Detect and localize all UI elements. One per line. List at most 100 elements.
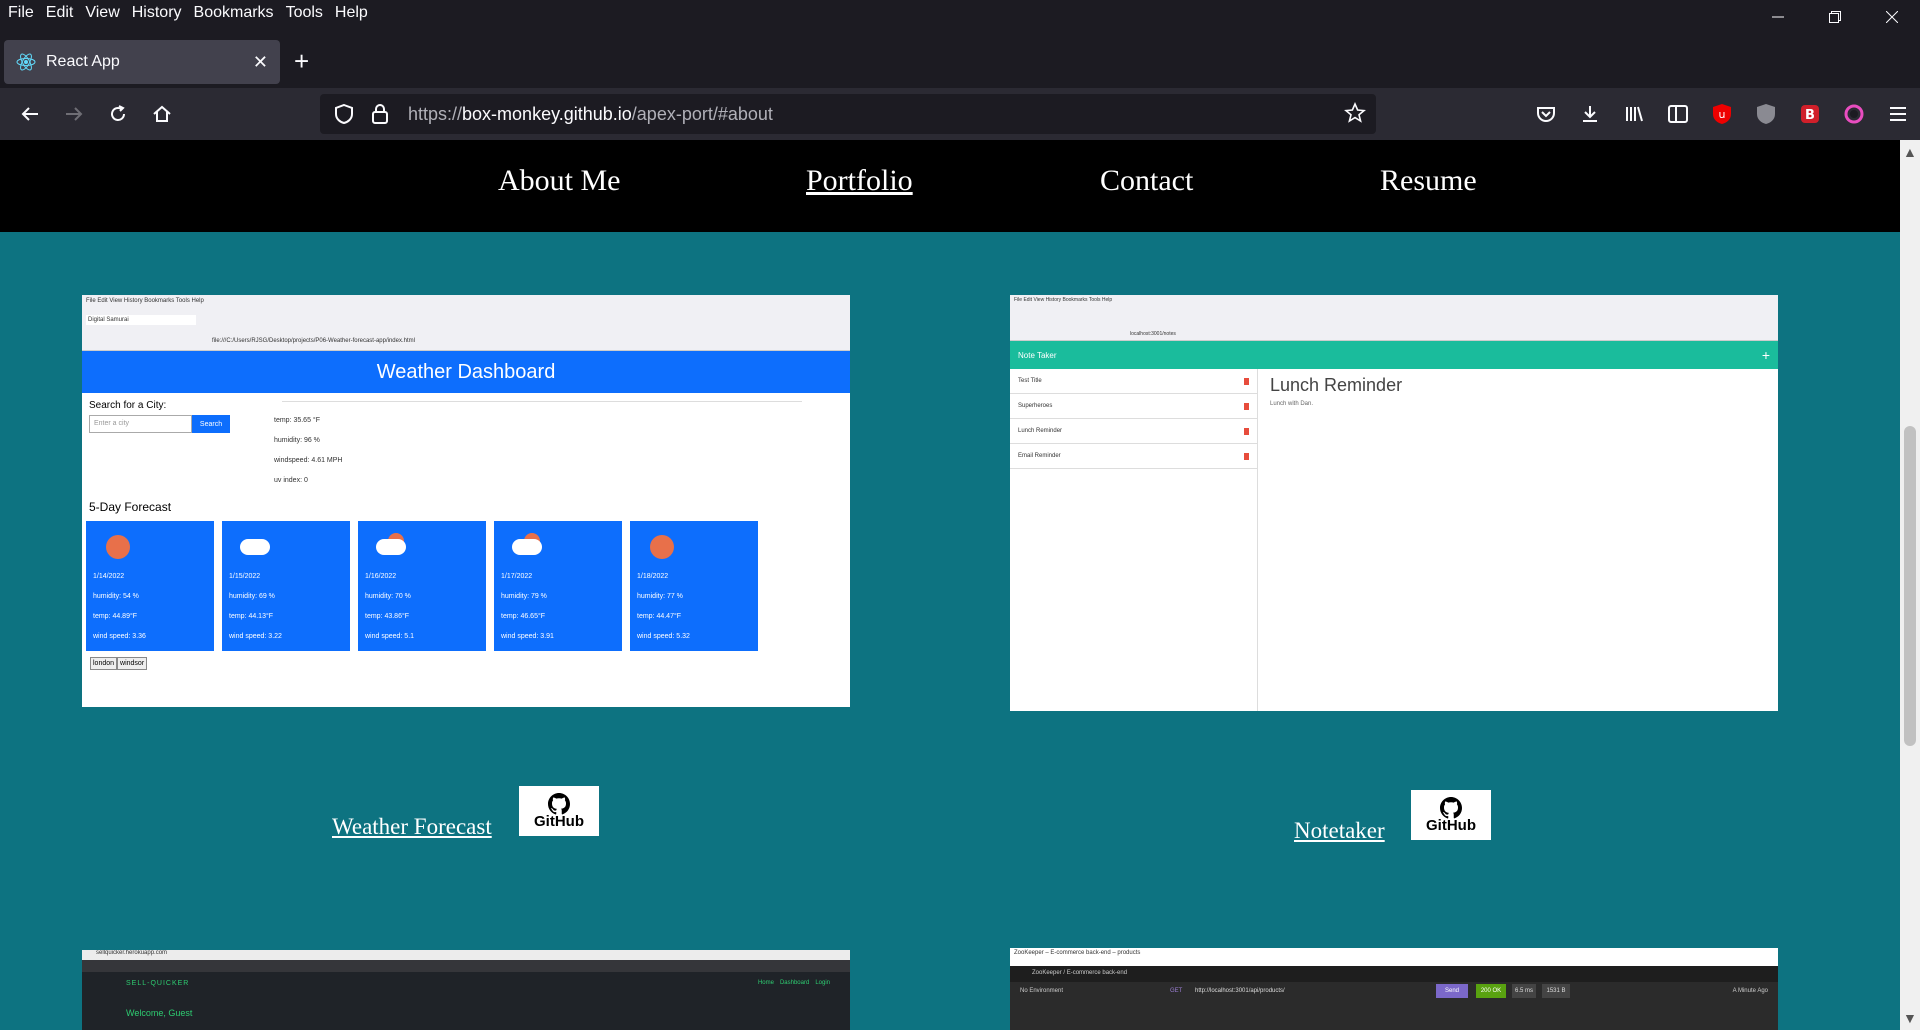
toolbar-icons: u B	[1524, 88, 1920, 140]
forecast-humidity: humidity: 79 %	[501, 593, 547, 600]
forecast-card: 1/17/2022 humidity: 79 % temp: 46.65°F w…	[494, 521, 622, 651]
zookeeper-size-badge: 1531 B	[1542, 984, 1570, 998]
city-search-input[interactable]: Enter a city	[89, 415, 192, 433]
menu-view[interactable]: View	[79, 4, 125, 22]
menu-hamburger-icon[interactable]	[1876, 92, 1920, 136]
b-extension-icon[interactable]: B	[1788, 92, 1832, 136]
page-content: About Me Portfolio Contact Resume File E…	[0, 140, 1900, 1030]
menu-edit[interactable]: Edit	[40, 4, 80, 22]
forecast-card: 1/14/2022 humidity: 54 % temp: 44.89°F w…	[86, 521, 214, 651]
sellquicker-nav-login[interactable]: Login	[815, 980, 830, 986]
reload-icon[interactable]	[102, 98, 134, 130]
library-icon[interactable]	[1612, 92, 1656, 136]
sellquicker-brand: SELL-QUICKER	[126, 980, 190, 987]
forward-icon[interactable]	[58, 98, 90, 130]
add-note-icon[interactable]: +	[1762, 347, 1770, 363]
project-link-weather[interactable]: Weather Forecast	[332, 814, 492, 840]
github-octocat-icon	[1440, 796, 1462, 818]
menu-history[interactable]: History	[126, 4, 188, 22]
forecast-card: 1/16/2022 humidity: 70 % temp: 43.86°F w…	[358, 521, 486, 651]
menu-tools[interactable]: Tools	[280, 4, 329, 22]
url-bar[interactable]: https://box-monkey.github.io/apex-port/#…	[320, 94, 1376, 134]
note-item[interactable]: Test Title	[1010, 369, 1257, 394]
forecast-date: 1/17/2022	[501, 573, 533, 580]
notetaker-screenshot[interactable]: File Edit View History Bookmarks Tools H…	[1010, 295, 1778, 711]
sun-icon	[106, 535, 130, 559]
menu-file[interactable]: File	[0, 4, 40, 22]
sellquicker-nav-home[interactable]: Home	[758, 980, 774, 986]
weather-search-button[interactable]: Search	[192, 415, 230, 433]
sellquicker-screenshot[interactable]: sellquicker.herokuapp.com SELL-QUICKER H…	[82, 950, 850, 1030]
sellquicker-bookmarks-bar	[82, 960, 850, 972]
note-active-body: Lunch with Dan.	[1270, 401, 1314, 407]
divider	[282, 401, 802, 402]
back-icon[interactable]	[14, 98, 46, 130]
weather-forecast-screenshot[interactable]: File Edit View History Bookmarks Tools H…	[82, 295, 850, 707]
note-active-title: Lunch Reminder	[1270, 375, 1403, 395]
forecast-wind: wind speed: 5.1	[365, 633, 415, 640]
trash-icon[interactable]	[1244, 452, 1249, 460]
nav-portfolio[interactable]: Portfolio	[806, 164, 913, 198]
scroll-down-icon[interactable]: ▼	[1903, 1010, 1917, 1026]
forecast-humidity: humidity: 69 %	[229, 593, 275, 600]
tab-react-app[interactable]: React App ✕	[4, 40, 280, 84]
page-scrollbar[interactable]: ▲ ▼	[1900, 140, 1920, 1030]
forecast-temp: temp: 46.65°F	[501, 613, 546, 620]
trash-icon[interactable]	[1244, 427, 1249, 435]
scroll-thumb[interactable]	[1904, 426, 1916, 746]
github-badge-weather[interactable]: GitHub	[519, 786, 599, 836]
trash-icon[interactable]	[1244, 402, 1249, 410]
current-humidity: humidity: 96 %	[274, 437, 320, 444]
zookeeper-request-url[interactable]: http://localhost:3001/api/products/	[1195, 988, 1285, 994]
nav-about-me[interactable]: About Me	[498, 164, 621, 198]
downloads-icon[interactable]	[1568, 92, 1612, 136]
note-item[interactable]: Superheroes	[1010, 394, 1257, 419]
privacy-extension-icon[interactable]	[1744, 92, 1788, 136]
sun-icon	[650, 535, 674, 559]
nav-contact[interactable]: Contact	[1100, 164, 1193, 198]
bookmark-star-icon[interactable]	[1344, 101, 1366, 129]
search-label: Search for a City:	[89, 400, 167, 411]
pocket-icon[interactable]	[1524, 92, 1568, 136]
github-badge-notetaker[interactable]: GitHub	[1411, 790, 1491, 840]
forecast-humidity: humidity: 54 %	[93, 593, 139, 600]
sidebar-icon[interactable]	[1656, 92, 1700, 136]
forecast-wind: wind speed: 3.91	[501, 633, 554, 640]
nav-resume[interactable]: Resume	[1380, 164, 1477, 198]
note-item[interactable]: Email Reminder	[1010, 444, 1257, 469]
forecast-title: 5-Day Forecast	[89, 500, 172, 514]
forecast-temp: temp: 44.13°F	[229, 613, 274, 620]
restore-button[interactable]	[1806, 0, 1863, 34]
menu-bar: File Edit View History Bookmarks Tools H…	[0, 0, 1920, 26]
note-item[interactable]: Lunch Reminder	[1010, 419, 1257, 444]
zookeeper-method[interactable]: GET	[1170, 988, 1182, 994]
note-item-title: Email Reminder	[1018, 453, 1061, 459]
shield-icon[interactable]	[332, 102, 356, 126]
zookeeper-send-button[interactable]: Send	[1436, 984, 1468, 998]
menu-help[interactable]: Help	[329, 4, 374, 22]
new-tab-icon[interactable]: +	[294, 48, 309, 74]
zookeeper-screenshot[interactable]: ZooKeeper – E-commerce back-end – produc…	[1010, 948, 1778, 1030]
minimize-button[interactable]	[1749, 0, 1806, 34]
zookeeper-time-badge: 6.5 ms	[1512, 984, 1536, 998]
forecast-date: 1/15/2022	[229, 573, 261, 580]
sellquicker-nav-dashboard[interactable]: Dashboard	[780, 980, 809, 986]
history-button-london[interactable]: london	[90, 657, 118, 670]
project-link-notetaker[interactable]: Notetaker	[1294, 818, 1385, 844]
trash-icon[interactable]	[1244, 377, 1249, 385]
scroll-up-icon[interactable]: ▲	[1903, 144, 1917, 160]
note-item-title: Superheroes	[1018, 403, 1053, 409]
current-uv: uv index: 0	[274, 477, 308, 484]
zookeeper-environment[interactable]: No Environment	[1020, 988, 1063, 994]
menu-bookmarks[interactable]: Bookmarks	[188, 4, 280, 22]
note-menu-text: File Edit View History Bookmarks Tools H…	[1014, 297, 1113, 303]
forecast-humidity: humidity: 70 %	[365, 593, 411, 600]
close-window-button[interactable]	[1863, 0, 1920, 34]
close-tab-icon[interactable]: ✕	[253, 52, 268, 73]
zookeeper-status-badge: 200 OK	[1476, 984, 1506, 998]
history-button-windsor[interactable]: windsor	[117, 657, 148, 670]
ublock-extension-icon[interactable]: u	[1700, 92, 1744, 136]
home-icon[interactable]	[146, 98, 178, 130]
lock-icon[interactable]	[368, 102, 392, 126]
color-extension-icon[interactable]	[1832, 92, 1876, 136]
